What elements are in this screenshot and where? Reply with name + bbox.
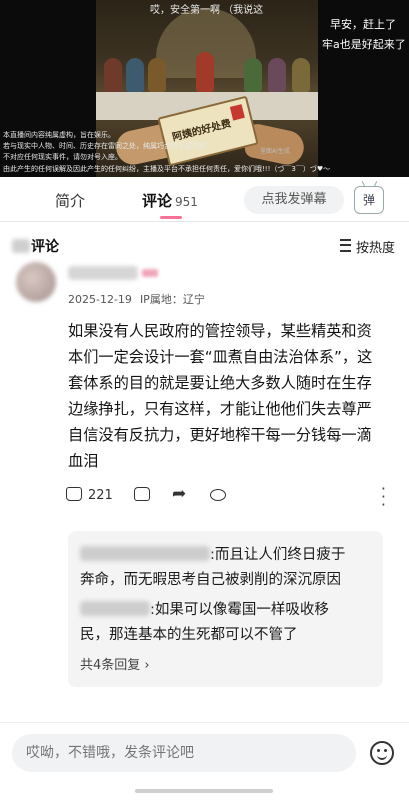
divider [0,722,409,723]
video-player[interactable]: 阿姨的好处费 哎，安全第一啊 （我说这 早安，赶上了 牢a也是好起来了 里面AI… [0,0,409,177]
tab-bar: 简介 评论 951 点我发弹幕 弹 [0,177,409,221]
tab-active-indicator [160,216,182,219]
video-caption-top: 哎，安全第一啊 （我说这 [150,5,264,16]
tv-antenna [373,181,378,187]
sort-button[interactable]: 按热度 [339,237,395,256]
reply-username-blurred[interactable] [80,546,210,561]
reply-text: 奔命，而无暇思考自己被剥削的深沉原因 [80,572,341,588]
tab-comments[interactable]: 评论 951 [142,190,198,211]
emoji-icon[interactable] [370,741,394,765]
more-vertical-icon[interactable]: · · · [381,481,386,513]
painting-figure [126,58,144,92]
chevron-right-icon: › [144,658,150,673]
comments-heading: 评论 [12,236,59,256]
view-more-replies[interactable]: 共4条回复 › [80,654,150,673]
painting-figure [104,58,122,92]
replies-box[interactable]: :而且让人们终日疲于 奔命，而无暇思考自己被剥削的深沉原因 :如果可以像霉国一样… [68,531,383,687]
comments-count: 951 [175,195,198,209]
comment-actions: 221 ➦ · · · [66,481,386,513]
video-disclaimer-line: 由此产生的任何误解及因此产生的任何纠纷，主播及平台不承担任何责任，爱你们哦!!!… [3,165,331,173]
painting-figure [244,58,262,92]
comment-meta: 2025-12-19 IP属地：辽宁 [68,291,213,307]
avatar[interactable] [16,262,56,302]
painting-figure [196,52,214,92]
reply-text: :而且让人们终日疲于 [210,547,346,563]
like-button[interactable]: 221 [66,487,113,503]
video-disclaimer-line: 若与现实中人物、时间、历史存在雷同之处，纯属巧合与子虚乌有。 [3,142,213,150]
reply-item: :如果可以像霉国一样吸收移 [80,598,329,622]
tab-intro[interactable]: 简介 [55,190,85,211]
tab-comments-label: 评论 [142,192,173,210]
home-indicator [135,789,273,793]
comment-input[interactable] [12,734,356,772]
blurred-text [12,239,30,253]
danmaku-toggle-label: 弹 [362,193,375,207]
video-disclaimer-line: 本直播间内容纯属虚构，旨在娱乐。 [3,131,115,139]
painting-figure [148,58,166,92]
painting-figure [268,58,286,92]
danmaku-toggle-icon[interactable]: 弹 [354,181,384,214]
view-more-label: 共4条回复 [80,658,141,673]
divider [0,221,409,222]
danmaku-text: 早安，赶上了 [330,18,396,31]
reply-username-blurred[interactable] [80,601,150,616]
tv-antenna [361,181,366,187]
danmaku-text: 牢a也是好起来了 [322,38,406,51]
share-button[interactable]: ➦ [172,486,186,503]
username-blurred[interactable] [68,266,138,280]
video-disclaimer-line: 不对应任何现实事件，请勿对号入座。 [3,153,122,161]
envelope-stamp [229,104,245,121]
comment-ip: IP属地：辽宁 [139,293,205,306]
comment-date: 2025-12-19 [68,293,132,306]
envelope-label: 阿姨的好处费 [171,118,233,144]
reply-text: 民，那连基本的生死都可以不管了 [80,627,298,643]
comment-bubble-icon [210,489,226,501]
comment-body: 如果没有人民政府的管控领导，某些精英和资本们一定会设计一套“皿煮自由法治体系”，… [68,322,373,470]
reply-text: :如果可以像霉国一样吸收移 [150,602,329,618]
like-count: 221 [88,488,113,503]
painting-figure [292,58,310,92]
thumb-down-icon [134,487,150,501]
thumb-up-icon [66,487,82,501]
user-level-badge [142,269,158,277]
comments-heading-label: 评论 [31,239,59,255]
emoji-mouth [377,753,387,760]
dislike-button[interactable] [134,487,156,503]
video-watermark: 里面AI生成 [260,148,290,155]
sort-icon [339,239,351,252]
share-icon: ➦ [172,484,187,504]
reply-button[interactable] [210,489,226,505]
reply-item: :而且让人们终日疲于 [80,543,345,567]
danmaku-input-button[interactable]: 点我发弹幕 [244,186,344,214]
sort-label: 按热度 [355,241,395,256]
